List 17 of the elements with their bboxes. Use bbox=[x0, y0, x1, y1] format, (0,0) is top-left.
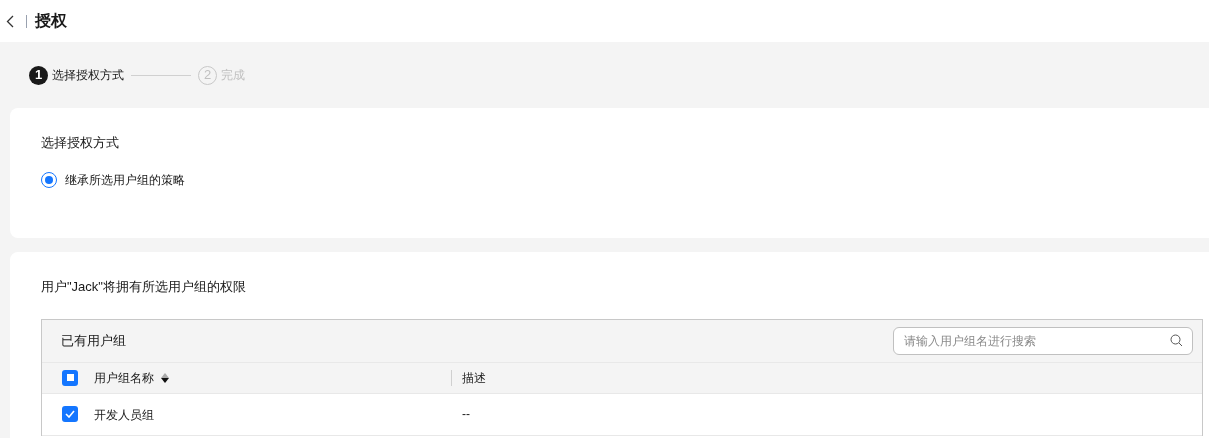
search-field[interactable]: 请输入用户组名进行搜索 bbox=[893, 326, 1193, 355]
step-label: 选择授权方式 bbox=[52, 67, 124, 84]
checkbox[interactable] bbox=[62, 369, 78, 386]
table-title: 已有用户组 bbox=[61, 331, 126, 350]
radio-label: 继承所选用户组的策略 bbox=[65, 171, 185, 189]
column-header: 描述 bbox=[462, 369, 486, 387]
table-cell: 开发人员组 bbox=[94, 408, 154, 422]
checkbox[interactable] bbox=[62, 406, 78, 422]
permission-note: 用户"Jack"将拥有所选用户组的权限 bbox=[41, 278, 246, 296]
column-header: 用户组名称 bbox=[94, 369, 154, 387]
sort-icon[interactable] bbox=[160, 371, 170, 384]
section-title: 选择授权方式 bbox=[41, 134, 119, 152]
step-number: 1 bbox=[29, 65, 48, 85]
table-cell-text: -- bbox=[462, 406, 470, 423]
page-title: 授权 bbox=[35, 11, 67, 31]
check-icon bbox=[65, 410, 75, 418]
search-icon[interactable] bbox=[1170, 333, 1183, 347]
